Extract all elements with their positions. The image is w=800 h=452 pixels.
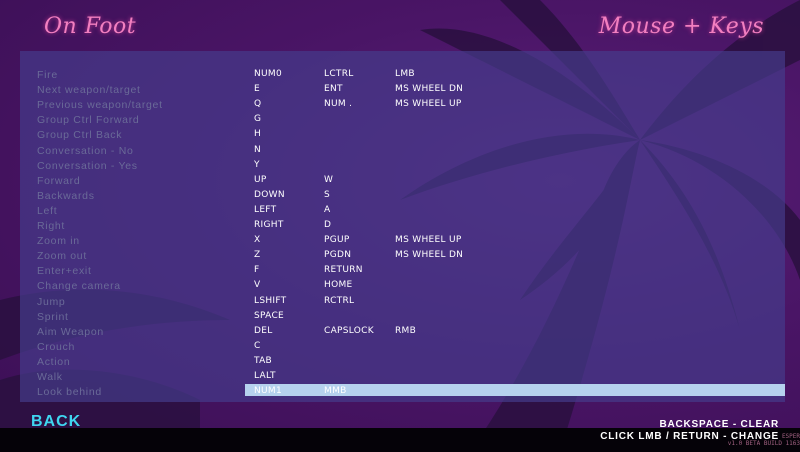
build-label-line1: ESPER — [781, 433, 800, 440]
control-row[interactable]: Action TAB — [20, 354, 785, 369]
control-row[interactable]: Aim Weapon DEL CAPSLOCK RMB — [20, 324, 785, 339]
key-binding-1[interactable]: E — [254, 84, 260, 94]
key-binding-3[interactable]: LMB — [395, 69, 415, 79]
control-action-label: Look behind — [37, 386, 102, 399]
key-binding-1[interactable]: LSHIFT — [254, 296, 286, 306]
control-row[interactable]: Backwards DOWN S — [20, 188, 785, 203]
control-action-label: Aim Weapon — [37, 325, 104, 338]
control-action-label: Group Ctrl Back — [37, 129, 123, 142]
key-binding-1[interactable]: TAB — [254, 356, 272, 366]
control-row[interactable]: Fire NUM0 LCTRL LMB — [20, 67, 785, 82]
control-action-label: Next weapon/target — [37, 84, 141, 97]
key-binding-1[interactable]: RIGHT — [254, 220, 284, 230]
key-binding-1[interactable]: DEL — [254, 326, 273, 336]
control-action-label: Conversation - No — [37, 144, 134, 157]
key-binding-1[interactable]: NUM1 — [254, 386, 282, 396]
control-row[interactable]: Crouch C — [20, 339, 785, 354]
key-binding-1[interactable]: G — [254, 114, 261, 124]
key-binding-1[interactable]: LEFT — [254, 205, 276, 215]
key-binding-1[interactable]: C — [254, 341, 261, 351]
control-row[interactable]: Sprint SPACE — [20, 309, 785, 324]
control-action-label: Conversation - Yes — [37, 159, 138, 172]
control-action-label: Left — [37, 204, 58, 217]
key-binding-2[interactable]: S — [324, 190, 330, 200]
build-label: ESPER v1.0 BETA BUILD 1163 — [728, 433, 800, 447]
controls-screen: On Foot Mouse + Keys Fire NUM0 LCTRL LMB Nex… — [0, 0, 800, 452]
control-action-label: Backwards — [37, 189, 95, 202]
key-binding-2[interactable]: RETURN — [324, 265, 363, 275]
key-binding-1[interactable]: X — [254, 235, 260, 245]
control-action-label: Change camera — [37, 280, 121, 293]
key-binding-1[interactable]: UP — [254, 175, 267, 185]
key-binding-3[interactable]: MS WHEEL DN — [395, 84, 463, 94]
control-action-label: Walk — [37, 371, 63, 383]
key-binding-3[interactable]: MS WHEEL DN — [395, 250, 463, 260]
key-binding-1[interactable]: SPACE — [254, 311, 284, 321]
control-row[interactable]: Look behind NUM1 MMB — [20, 384, 785, 399]
control-row[interactable]: Group Ctrl Back H — [20, 127, 785, 142]
key-binding-2[interactable]: PGDN — [324, 250, 351, 260]
key-binding-1[interactable]: LALT — [254, 371, 276, 381]
key-binding-1[interactable]: V — [254, 280, 260, 290]
control-row[interactable]: Enter+exit F RETURN — [20, 263, 785, 278]
control-row[interactable]: Previous weapon/target Q NUM . MS WHEEL UP — [20, 97, 785, 112]
control-row[interactable]: Conversation - Yes Y — [20, 158, 785, 173]
key-binding-2[interactable]: PGUP — [324, 235, 350, 245]
control-action-label: Forward — [37, 174, 81, 187]
control-action-label: Enter+exit — [37, 265, 92, 278]
key-binding-1[interactable]: H — [254, 129, 261, 139]
control-action-label: Action — [37, 355, 71, 368]
control-row[interactable]: Conversation - No N — [20, 143, 785, 158]
control-row[interactable]: Forward UP W — [20, 173, 785, 188]
key-binding-1[interactable]: Y — [254, 160, 260, 170]
control-action-label: Previous weapon/target — [37, 99, 163, 112]
key-binding-1[interactable]: NUM0 — [254, 69, 282, 79]
key-binding-2[interactable]: W — [324, 175, 333, 185]
key-binding-3[interactable]: MS WHEEL UP — [395, 99, 462, 109]
key-binding-1[interactable]: F — [254, 265, 259, 275]
key-binding-2[interactable]: CAPSLOCK — [324, 326, 374, 336]
control-row[interactable]: Walk LALT — [20, 369, 785, 384]
control-action-label: Crouch — [37, 340, 76, 353]
control-action-label: Fire — [37, 69, 58, 81]
control-action-label: Right — [37, 220, 66, 232]
key-binding-2[interactable]: A — [324, 205, 330, 215]
key-binding-2[interactable]: LCTRL — [324, 69, 354, 79]
key-binding-1[interactable]: Q — [254, 99, 261, 109]
control-row[interactable]: Zoom out Z PGDN MS WHEEL DN — [20, 248, 785, 263]
control-action-label: Jump — [37, 295, 66, 308]
build-label-line2: v1.0 BETA BUILD 1163 — [727, 440, 800, 447]
clear-hint: BACKSPACE - CLEAR — [659, 419, 779, 430]
control-action-label: Group Ctrl Forward — [37, 114, 140, 127]
control-row[interactable]: Group Ctrl Forward G — [20, 112, 785, 127]
key-binding-2[interactable]: RCTRL — [324, 296, 354, 306]
control-row[interactable]: Zoom in X PGUP MS WHEEL UP — [20, 233, 785, 248]
key-binding-3[interactable]: RMB — [395, 326, 416, 336]
controls-list: Fire NUM0 LCTRL LMB Next weapon/target E ENT MS… — [20, 51, 785, 402]
control-action-label: Sprint — [37, 310, 69, 323]
key-binding-1[interactable]: N — [254, 145, 261, 155]
control-row[interactable]: Jump LSHIFT RCTRL — [20, 294, 785, 309]
control-row[interactable]: Next weapon/target E ENT MS WHEEL DN — [20, 82, 785, 97]
key-binding-1[interactable]: Z — [254, 250, 260, 260]
page-title: On Foot — [44, 14, 137, 39]
key-binding-2[interactable]: NUM . — [324, 99, 352, 109]
key-binding-2[interactable]: MMB — [324, 386, 347, 396]
key-binding-2[interactable]: D — [324, 220, 331, 230]
control-row[interactable]: Right RIGHT D — [20, 218, 785, 233]
key-binding-2[interactable]: HOME — [324, 280, 353, 290]
control-row[interactable]: Left LEFT A — [20, 203, 785, 218]
key-binding-3[interactable]: MS WHEEL UP — [395, 235, 462, 245]
key-binding-2[interactable]: ENT — [324, 84, 343, 94]
key-binding-1[interactable]: DOWN — [254, 190, 285, 200]
control-row[interactable]: Change camera V HOME — [20, 278, 785, 293]
input-device-title: Mouse + Keys — [598, 14, 764, 39]
control-action-label: Zoom out — [37, 250, 87, 263]
control-action-label: Zoom in — [37, 235, 80, 248]
